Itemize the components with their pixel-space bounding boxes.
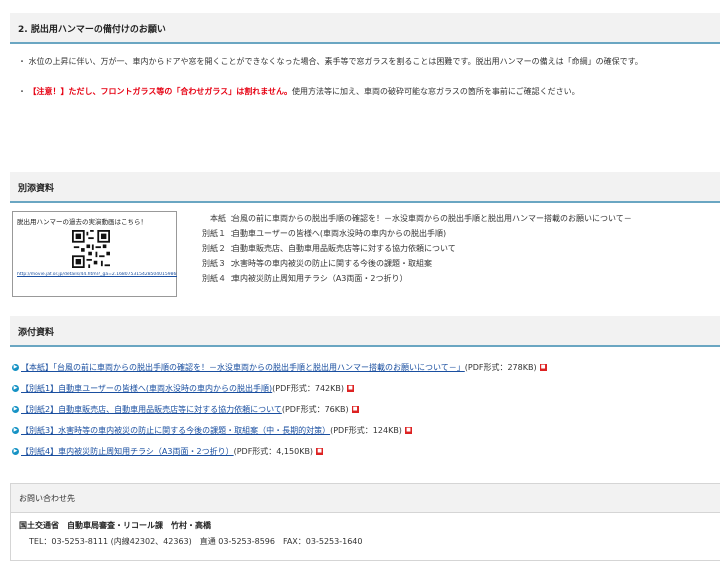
attachment-info: (PDF形式：4,150KB) <box>233 447 314 456</box>
paragraph-hammer-intro: ・ 水位の上昇に伴い、万が一、車内からドアや窓を開くことができなくなった場合、素… <box>18 57 643 66</box>
attachment-link[interactable]: 【本紙】「台風の前に車両からの脱出手順の確認を！－水没車両からの脱出手順と脱出用… <box>21 363 465 372</box>
annex-title: 別添資料 <box>18 184 55 194</box>
contact-header: お問い合わせ先 <box>11 484 720 513</box>
chevron-right-icon: ▶ <box>12 406 19 413</box>
section-header-hammer: 2. 脱出用ハンマーの備付けのお願い <box>10 13 720 44</box>
attachment-link[interactable]: 【別紙1】自動車ユーザーの皆様へ(車両水没時の車内からの脱出手順) <box>21 384 272 393</box>
annex-text: 台風の前に車両からの脱出手順の確認を！－水没車両からの脱出手順と脱出用ハンマー搭… <box>232 214 632 223</box>
contact-organization: 国土交通省 自動車局審査・リコール課 竹村・高橋 <box>19 521 211 530</box>
attachment-link[interactable]: 【別紙2】自動車販売店、自動車用品販売店等に対する協力依頼について <box>21 405 282 414</box>
attachment-item: ▶ 【本紙】「台風の前に車両からの脱出手順の確認を！－水没車両からの脱出手順と脱出… <box>12 362 547 376</box>
section-title: 2. 脱出用ハンマーの備付けのお願い <box>18 25 166 35</box>
annex-label: 別紙２ <box>202 244 226 253</box>
bullet: ・ <box>18 87 29 96</box>
annex-text: 水害時等の車内被災の防止に関する今後の課題・取組案 <box>232 259 432 268</box>
pdf-icon[interactable]: ■ <box>316 448 324 455</box>
annex-text: 自動車販売店、自動車用品販売店等に対する協力依頼について <box>232 244 456 253</box>
attachment-info: (PDF形式：76KB) <box>281 405 349 414</box>
annex-label: 本紙 <box>210 214 226 223</box>
qr-caption: 脱出用ハンマーの過去の実演動画はこちら！ <box>17 218 147 226</box>
attachment-link[interactable]: 【別紙4】車内被災防止周知用チラシ（A3両面・2つ折り） <box>21 447 234 456</box>
annex-text: 車内被災防止周知用チラシ（A3両面・2つ折り） <box>232 274 408 283</box>
qr-video-link[interactable]: http://movie.jaf.or.jp/details/44.html?_… <box>17 272 177 279</box>
attachment-item: ▶ 【別紙4】車内被災防止周知用チラシ（A3両面・2つ折り）(PDF形式：4,15… <box>12 446 324 460</box>
attachment-item: ▶ 【別紙3】水害時等の車内被災の防止に関する今後の課題・取組案（中・長期的対策）… <box>12 425 412 439</box>
section-header-attachments: 添付資料 <box>10 316 720 347</box>
attachment-item: ▶ 【別紙2】自動車販売店、自動車用品販売店等に対する協力依頼について(PDF形式… <box>12 404 359 418</box>
annex-text: 自動車ユーザーの皆様へ(車両水没時の車内からの脱出手順) <box>232 229 447 238</box>
qr-code-panel[interactable]: 脱出用ハンマーの過去の実演動画はこちら！ http://movie.jaf.or… <box>12 211 177 297</box>
attachment-link[interactable]: 【別紙3】水害時等の車内被災の防止に関する今後の課題・取組案（中・長期的対策） <box>21 426 330 435</box>
attachment-info: (PDF形式：742KB) <box>272 384 345 393</box>
annex-label: 別紙３ <box>202 259 226 268</box>
paragraph-warning: ・ 【注意！】ただし、フロントガラス等の「合わせガラス」は割れません。使用方法等… <box>18 86 580 97</box>
pdf-icon[interactable]: ■ <box>351 406 359 413</box>
chevron-right-icon: ▶ <box>12 364 19 371</box>
contact-title: お問い合わせ先 <box>19 494 75 503</box>
warning-text: 【注意！】ただし、フロントガラス等の「合わせガラス」は割れません。 <box>28 87 292 96</box>
section-header-annex: 別添資料 <box>10 172 720 203</box>
contact-phone: TEL：03-5253-8111 (内線42302、42363) 直通 03-5… <box>29 537 363 546</box>
contact-box: お問い合わせ先 国土交通省 自動車局審査・リコール課 竹村・高橋 TEL：03-… <box>10 483 720 561</box>
pdf-icon[interactable]: ■ <box>347 385 355 392</box>
attachment-info: (PDF形式：124KB) <box>330 426 402 435</box>
attachments-title: 添付資料 <box>18 328 55 338</box>
annex-label: 別紙１ <box>202 229 226 238</box>
annex-label: 別紙４ <box>202 274 226 283</box>
attachment-item: ▶ 【別紙1】自動車ユーザーの皆様へ(車両水没時の車内からの脱出手順)(PDF形式… <box>12 383 355 397</box>
warning-rest: 使用方法等に加え、車両の破砕可能な窓ガラスの箇所を事前にご確認ください。 <box>291 87 580 96</box>
pdf-icon[interactable]: ■ <box>539 364 547 371</box>
attachment-info: (PDF形式：278KB) <box>464 363 537 372</box>
pdf-icon[interactable]: ■ <box>404 427 412 434</box>
chevron-right-icon: ▶ <box>12 385 19 392</box>
chevron-right-icon: ▶ <box>12 427 19 434</box>
qr-code-icon <box>72 230 110 268</box>
chevron-right-icon: ▶ <box>12 448 19 455</box>
